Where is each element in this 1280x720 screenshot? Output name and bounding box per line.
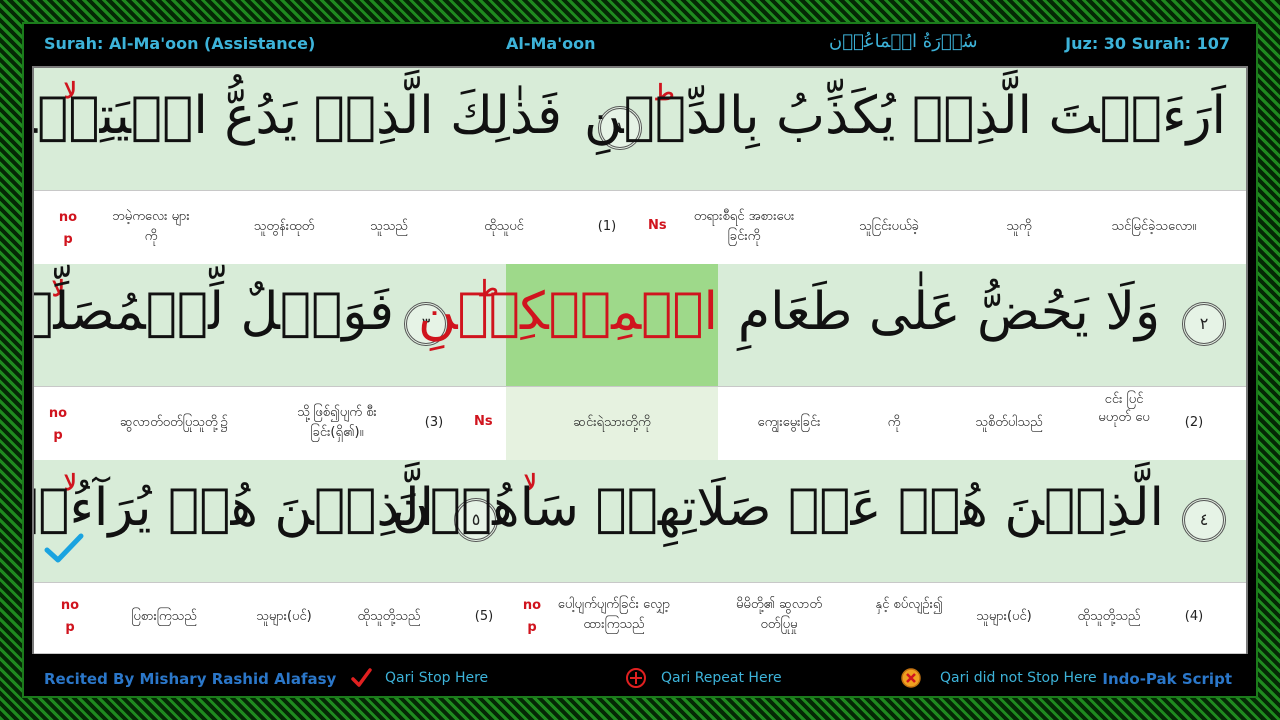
no-pause-label: no p xyxy=(58,210,78,247)
word-translation: သူသည် xyxy=(370,219,408,234)
word-translation: ဆွလာတ်ဝတ်ပြုသူတို့၌ xyxy=(119,415,229,430)
translation-line-3: no p ပြစားကြသည် သူများ(ပင်) ထိုသူတို့သည်… xyxy=(34,582,1246,654)
legend-stop-label: Qari Stop Here xyxy=(385,670,489,686)
ayah-2-text: فَذٰلِكَ الَّذِىۡ يَدُعُّ الۡيَتِيۡمَ xyxy=(34,86,562,146)
word-translation: မိမိတို့၏ ဆွလာတ် ဝတ်ပြုမှု xyxy=(736,597,822,632)
ayah-2b-text: وَلَا يَحُضُّ عَلٰى طَعَامِ xyxy=(737,282,1161,342)
arabic-line-3: لا الَّذِيۡنَ هُمۡ يُرَآءُوۡنَ ٥ لا الَّ… xyxy=(34,460,1246,582)
ayah-number-label: (1) xyxy=(597,219,617,234)
word-translation: သူစိတ်ပါသည် xyxy=(975,415,1043,430)
ayah-number-label: (2) xyxy=(1184,415,1204,430)
ayah-number-label: (3) xyxy=(424,415,444,430)
footer-bar: Recited By Mishary Rashid Alafasy Qari S… xyxy=(24,660,1256,696)
highlighted-word: الۡمِسۡكِيۡنِ xyxy=(417,282,718,342)
header-bar: Surah: Al-Ma'oon (Assistance) Al-Ma'oon … xyxy=(24,24,1256,62)
ayah-number-marker: ٤ xyxy=(1182,498,1226,542)
juz-surah-number: Juz: 30 Surah: 107 xyxy=(1065,34,1230,53)
word-translation: သူများ(ပင်) xyxy=(256,609,312,624)
qari-repeat-icon xyxy=(626,668,646,688)
ayah-5-text: الَّذِيۡنَ هُمۡ عَنۡ صَلَاتِهِمۡ سَاهُوۡ… xyxy=(391,478,1164,538)
word-translation: ငင်း ပြင် မဟုတ် ပေ xyxy=(1098,392,1150,425)
ayah-3-text: فَوَيۡلٌ لِّلۡمُصَلِّيۡنَ xyxy=(34,282,394,342)
word-translation: သူတွန်းထုတ် xyxy=(253,219,315,234)
no-pause-label: no p xyxy=(60,598,80,635)
legend-nostop-label: Qari did not Stop Here xyxy=(940,670,1097,686)
word-translation: ဘမဲ့ကလေး များကို xyxy=(112,209,190,244)
mushaf-page: لا فَذٰلِكَ الَّذِىۡ يَدُعُّ الۡيَتِيۡمَ… xyxy=(32,66,1248,654)
arabic-line-1: لا فَذٰلِكَ الَّذِىۡ يَدُعُّ الۡيَتِيۡمَ… xyxy=(34,68,1246,190)
no-pause-label: no p xyxy=(522,598,542,635)
word-translation: သူငြင်းပယ်ခဲ့ xyxy=(859,219,919,234)
word-translation: သူများ(ပင်) xyxy=(976,609,1032,624)
word-translation: ပြစားကြသည် xyxy=(131,609,197,624)
translation-line-1: no p ဘမဲ့ကလေး များကို သူတွန်းထုတ် သူသည် … xyxy=(34,190,1246,266)
no-pause-label: no p xyxy=(48,406,68,443)
surah-name: Al-Ma'oon xyxy=(506,34,596,53)
arabic-line-2: لا فَوَيۡلٌ لِّلۡمُصَلِّيۡنَ ٣ ط الۡمِسۡ… xyxy=(34,264,1246,386)
surah-arabic-name: سُوۡرَةُ الۡمَاعُوۡن xyxy=(829,31,978,52)
word-translation: ကို xyxy=(887,415,901,430)
highlighted-translation-box: ဆင်းရဲသားတို့ကို xyxy=(506,387,718,461)
no-stop-label: Ns xyxy=(648,218,667,233)
ayah-number-label: (5) xyxy=(474,609,494,624)
word-translation: နှင့် စပ်လျဉ်း၍ xyxy=(875,597,943,612)
word-translation: တရားစီရင် အစားပေးခြင်းကို xyxy=(693,209,795,244)
word-translation: ထိုသူတို့သည် xyxy=(1077,609,1141,624)
word-translation: ပေါ့ပျက်ပျက်ခြင်း လျှော့ထားကြသည် xyxy=(557,597,671,632)
word-translation: ထိုသူတို့သည် xyxy=(357,609,421,624)
highlighted-word-box: الۡمِسۡكِيۡنِ xyxy=(417,264,718,386)
translation-line-2: no p ဆွလာတ်ဝတ်ပြုသူတို့၌ သို့ဖြစ်၍ပျက် စ… xyxy=(34,386,1246,462)
surah-title: Surah: Al-Ma'oon (Assistance) xyxy=(44,34,316,53)
word-translation: သို့ဖြစ်၍ပျက် စီးခြင်း(ရှိ၏)။ xyxy=(297,405,377,440)
word-translation: သင်မြင်ခဲ့သလော။ xyxy=(1111,219,1197,234)
qari-stop-checkmark-icon xyxy=(351,668,372,687)
highlighted-translation: ဆင်းရဲသားတို့ကို xyxy=(573,415,651,430)
word-translation: ကျွေးမွေးခြင်း xyxy=(757,415,821,430)
word-translation: သူကို xyxy=(1006,219,1032,234)
script-type-label: Indo-Pak Script xyxy=(1102,670,1232,688)
ayah-number-label: (4) xyxy=(1184,609,1204,624)
ayah-6-text: الَّذِيۡنَ هُمۡ يُرَآءُوۡنَ xyxy=(34,478,434,538)
word-translation: ထိုသူပင် xyxy=(484,219,524,234)
no-stop-label: Ns xyxy=(474,414,493,429)
qari-no-stop-icon xyxy=(901,668,921,688)
ayah-number-marker: ٢ xyxy=(1182,302,1226,346)
ayah-1-text: اَرَءَيۡتَ الَّذِىۡ يُكَذِّبُ بِالدِّيۡن… xyxy=(584,86,1226,146)
legend-repeat-label: Qari Repeat Here xyxy=(661,670,782,686)
reciter-credit: Recited By Mishary Rashid Alafasy xyxy=(44,670,337,688)
